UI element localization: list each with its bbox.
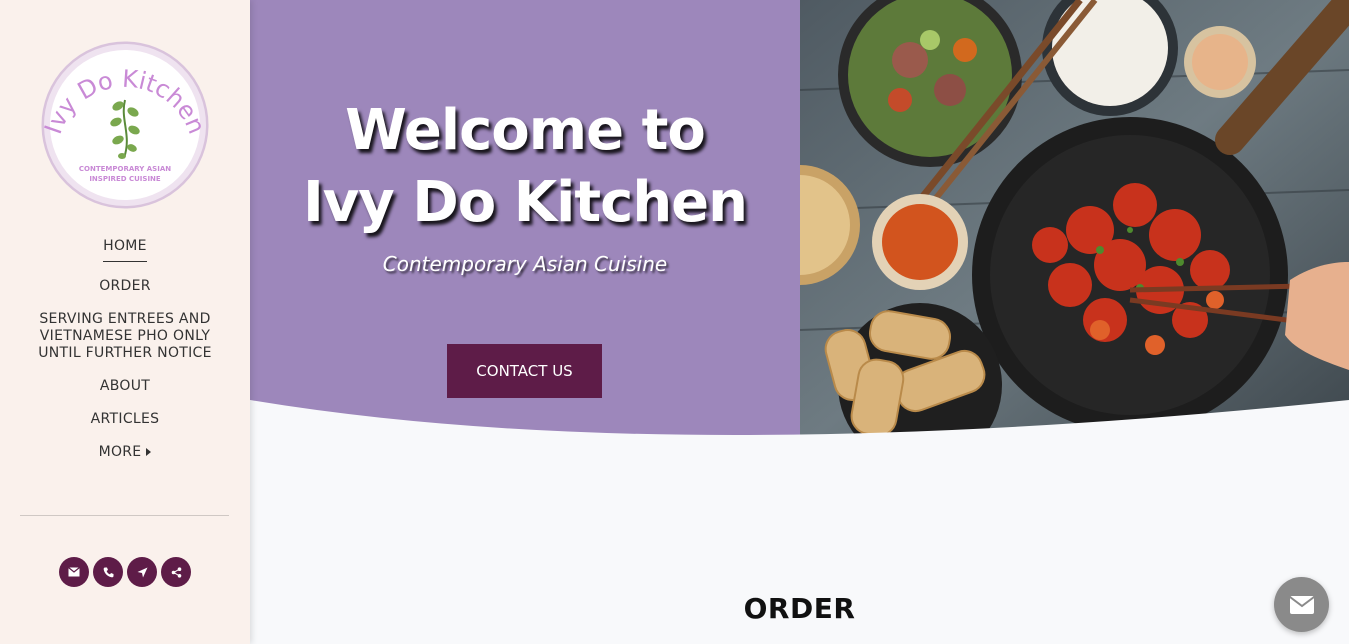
- nav-home[interactable]: HOME: [0, 238, 250, 262]
- nav-order[interactable]: ORDER: [0, 278, 250, 295]
- contact-us-button[interactable]: CONTACT US: [447, 344, 602, 398]
- nav-articles[interactable]: ARTICLES: [0, 411, 250, 428]
- logo-graphic: Ivy Do Kitchen CONTEMPORARY ASIAN INSPIR…: [39, 41, 211, 209]
- caret-right-icon: [146, 448, 152, 456]
- nav-notice[interactable]: SERVING ENTREES AND VIETNAMESE PHO ONLY …: [25, 311, 225, 362]
- nav-notice-line2: VIETNAMESE PHO ONLY: [39, 328, 211, 344]
- nav-more[interactable]: MORE: [0, 444, 250, 461]
- social-links: [59, 557, 191, 587]
- chat-message-button[interactable]: [1274, 577, 1329, 632]
- hero-curve: [250, 400, 1349, 470]
- section-title-order: ORDER: [743, 592, 856, 625]
- phone-icon[interactable]: [93, 557, 123, 587]
- hero-title-line2: Ivy Do Kitchen: [302, 170, 748, 235]
- main-nav: HOME ORDER SERVING ENTREES AND VIETNAMES…: [0, 238, 250, 477]
- logo-tagline-2: INSPIRED CUISINE: [89, 175, 161, 183]
- nav-notice-line3: UNTIL FURTHER NOTICE: [38, 345, 212, 361]
- mail-icon[interactable]: [59, 557, 89, 587]
- hero-title: Welcome to Ivy Do Kitchen: [250, 95, 800, 239]
- share-icon[interactable]: [161, 557, 191, 587]
- nav-more-label: MORE: [98, 444, 142, 460]
- envelope-icon: [1288, 595, 1315, 614]
- nav-notice-line1: SERVING ENTREES AND: [39, 311, 211, 327]
- hero-title-line1: Welcome to: [345, 98, 706, 163]
- sidebar-divider: [20, 515, 229, 516]
- sidebar: Ivy Do Kitchen CONTEMPORARY ASIAN INSPIR…: [0, 0, 250, 644]
- location-icon[interactable]: [127, 557, 157, 587]
- nav-about[interactable]: ABOUT: [0, 378, 250, 395]
- logo-tagline-1: CONTEMPORARY ASIAN: [79, 165, 171, 173]
- site-logo[interactable]: Ivy Do Kitchen CONTEMPORARY ASIAN INSPIR…: [39, 40, 211, 210]
- hero-subtitle: Contemporary Asian Cuisine: [382, 252, 668, 276]
